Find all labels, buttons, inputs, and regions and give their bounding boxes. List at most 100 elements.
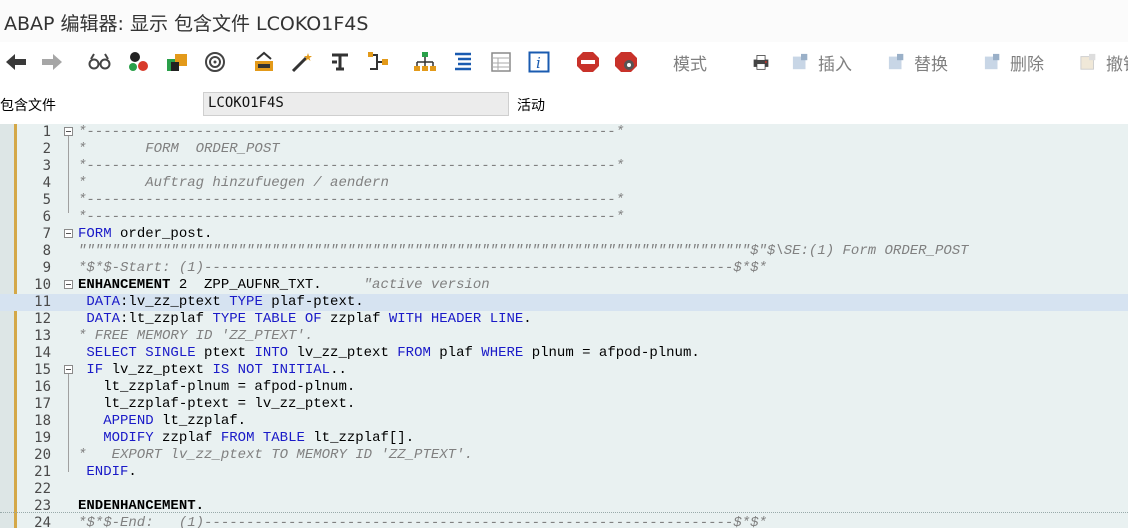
- code-line[interactable]: 24 *$*$-End: (1)------------------------…: [0, 515, 1128, 528]
- line-number: 7: [42, 226, 51, 242]
- code-text: *---------------------------------------…: [78, 209, 625, 225]
- line-number: 6: [42, 209, 51, 225]
- replace-label: 替换: [914, 54, 948, 75]
- code-line[interactable]: 16 lt_zzplaf-plnum = afpod-plnum.: [0, 379, 1128, 396]
- code-line[interactable]: 12 DATA:lt_zzplaf TYPE TABLE OF zzplaf W…: [0, 311, 1128, 328]
- print-button[interactable]: [752, 50, 778, 74]
- line-number: 4: [42, 175, 51, 191]
- code-line[interactable]: 19 MODIFY zzplaf FROM TABLE lt_zzplaf[].: [0, 430, 1128, 447]
- include-label: 包含文件: [0, 98, 56, 114]
- indent-icon[interactable]: [328, 50, 352, 74]
- code-line[interactable]: 3 *-------------------------------------…: [0, 158, 1128, 175]
- code-line[interactable]: 2 * FORM ORDER_POST: [0, 141, 1128, 158]
- code-text: lt_zzplaf-ptext = lv_zz_ptext.: [78, 396, 356, 412]
- code-line[interactable]: 9 *$*$-Start: (1)-----------------------…: [0, 260, 1128, 277]
- code-text: * FORM ORDER_POST: [78, 141, 280, 157]
- line-number: 10: [34, 277, 51, 293]
- code-editor[interactable]: 1 *-------------------------------------…: [0, 124, 1128, 528]
- insert-button[interactable]: 插入: [792, 50, 852, 75]
- code-line[interactable]: 7 FORM order_post.: [0, 226, 1128, 243]
- stop-icon[interactable]: [576, 50, 600, 74]
- code-line[interactable]: 20 * EXPORT lv_zz_ptext TO MEMORY ID 'ZZ…: [0, 447, 1128, 464]
- code-line[interactable]: 6 *-------------------------------------…: [0, 209, 1128, 226]
- info-icon[interactable]: i: [527, 50, 551, 74]
- insert-icon: [792, 53, 808, 70]
- line-number: 19: [34, 430, 51, 446]
- list-icon[interactable]: [451, 50, 475, 74]
- line-number: 21: [34, 464, 51, 480]
- code-text: """"""""""""""""""""""""""""""""""""""""…: [78, 243, 969, 259]
- code-line[interactable]: 1 *-------------------------------------…: [0, 124, 1128, 141]
- include-field-row: 包含文件 LCOKO1F4S 活动: [0, 82, 1128, 124]
- include-name-field[interactable]: LCOKO1F4S: [203, 92, 509, 116]
- code-line[interactable]: 15 IF lv_zz_ptext IS NOT INITIAL..: [0, 362, 1128, 379]
- mode-button[interactable]: 模式: [673, 50, 707, 75]
- undo-button[interactable]: 撤销: [1080, 50, 1128, 75]
- org-chart-icon[interactable]: [413, 50, 437, 74]
- spiral-icon[interactable]: [203, 50, 227, 74]
- back-arrow-icon[interactable]: [4, 50, 28, 74]
- code-text: lt_zzplaf-plnum = afpod-plnum.: [78, 379, 356, 395]
- hierarchy-icon[interactable]: [366, 50, 390, 74]
- code-text: FORM order_post.: [78, 226, 213, 242]
- fold-toggle-icon[interactable]: [64, 229, 73, 238]
- line-number: 15: [34, 362, 51, 378]
- code-text: * EXPORT lv_zz_ptext TO MEMORY ID 'ZZ_PT…: [78, 447, 473, 463]
- code-text: *$*$-End: (1)---------------------------…: [78, 515, 767, 528]
- code-line[interactable]: 4 * Auftrag hinzufuegen / aendern: [0, 175, 1128, 192]
- code-line[interactable]: 5 *-------------------------------------…: [0, 192, 1128, 209]
- code-text: *---------------------------------------…: [78, 158, 625, 174]
- fold-toggle-icon[interactable]: [64, 365, 73, 374]
- fold-toggle-icon[interactable]: [64, 127, 73, 136]
- line-number: 23: [34, 498, 51, 514]
- line-number: 1: [42, 124, 51, 140]
- stack-icon[interactable]: [165, 50, 189, 74]
- replace-button[interactable]: 替换: [888, 50, 948, 75]
- stop-gear-icon[interactable]: [614, 50, 638, 74]
- tree-bin-icon[interactable]: [252, 50, 276, 74]
- forward-arrow-icon[interactable]: [40, 50, 64, 74]
- magic-wand-icon[interactable]: [290, 50, 314, 74]
- svg-text:i: i: [536, 54, 541, 72]
- title-bar: ABAP 编辑器: 显示 包含文件 LCOKO1F4S: [0, 0, 1128, 43]
- glasses-icon[interactable]: [88, 50, 112, 74]
- code-line[interactable]: 23 ENDENHANCEMENT.: [0, 498, 1128, 515]
- line-number: 18: [34, 413, 51, 429]
- code-text: DATA:lt_zzplaf TYPE TABLE OF zzplaf WITH…: [86, 311, 532, 327]
- printer-icon: [753, 55, 769, 70]
- line-number: 16: [34, 379, 51, 395]
- line-number: 2: [42, 141, 51, 157]
- code-text: APPEND lt_zzplaf.: [103, 413, 247, 429]
- code-line[interactable]: 13 * FREE MEMORY ID 'ZZ_PTEXT'.: [0, 328, 1128, 345]
- delete-label: 删除: [1010, 54, 1044, 75]
- code-line[interactable]: 18 APPEND lt_zzplaf.: [0, 413, 1128, 430]
- undo-icon: [1080, 53, 1096, 70]
- line-number: 13: [34, 328, 51, 344]
- application-toolbar: i 模式 插入 替换 删除 撤销: [0, 42, 1128, 82]
- code-line[interactable]: 21 ENDIF.: [0, 464, 1128, 481]
- line-number: 22: [34, 481, 51, 497]
- balls-icon[interactable]: [127, 50, 151, 74]
- table-icon[interactable]: [489, 50, 513, 74]
- code-text: IF lv_zz_ptext IS NOT INITIAL..: [86, 362, 347, 378]
- fold-toggle-icon[interactable]: [64, 280, 73, 289]
- line-number: 12: [34, 311, 51, 327]
- delete-button[interactable]: 删除: [984, 50, 1044, 75]
- undo-label: 撤销: [1106, 54, 1128, 75]
- code-line-current[interactable]: 11 DATA:lv_zz_ptext TYPE plaf-ptext.: [0, 294, 1128, 311]
- delete-icon: [984, 53, 1000, 70]
- code-text: *$*$-Start: (1)-------------------------…: [78, 260, 767, 276]
- line-number: 14: [34, 345, 51, 361]
- code-line[interactable]: 17 lt_zzplaf-ptext = lv_zz_ptext.: [0, 396, 1128, 413]
- mode-label: 模式: [673, 54, 707, 75]
- line-number: 5: [42, 192, 51, 208]
- line-number: 3: [42, 158, 51, 174]
- line-number: 11: [34, 294, 51, 310]
- code-line[interactable]: 8 """"""""""""""""""""""""""""""""""""""…: [0, 243, 1128, 260]
- code-text: MODIFY zzplaf FROM TABLE lt_zzplaf[].: [103, 430, 415, 446]
- code-line[interactable]: 14 SELECT SINGLE ptext INTO lv_zz_ptext …: [0, 345, 1128, 362]
- code-line[interactable]: 10 ENHANCEMENT 2 ZPP_AUFNR_TXT. "active …: [0, 277, 1128, 294]
- code-line[interactable]: 22: [0, 481, 1128, 498]
- status-text: 活动: [517, 98, 545, 114]
- line-number: 24: [34, 515, 51, 528]
